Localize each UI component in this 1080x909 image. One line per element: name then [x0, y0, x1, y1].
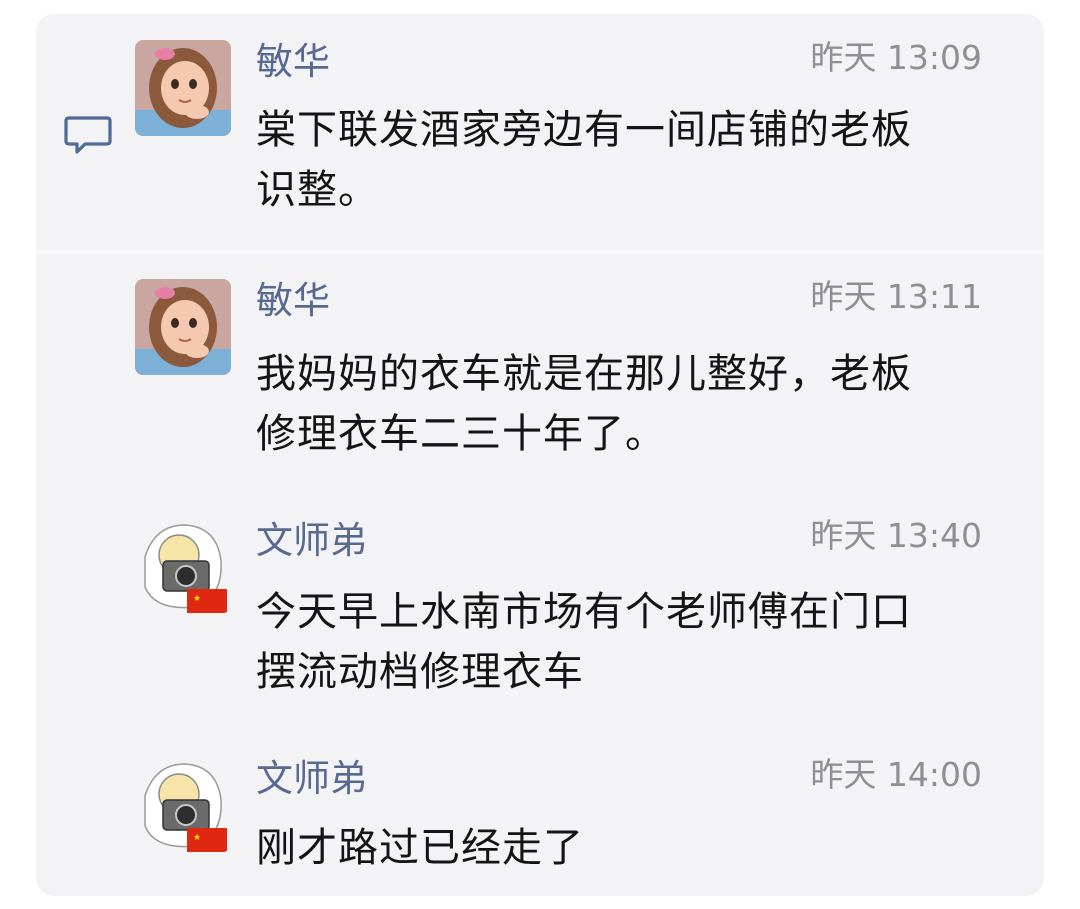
svg-text:★: ★ — [193, 833, 201, 843]
message-line: 棠下联发酒家旁边有一间店铺的老板 — [256, 107, 912, 153]
message-line: 修理衣车二三十年了。 — [256, 411, 666, 457]
message-line: 我妈妈的衣车就是在那儿整好，老板 — [256, 351, 912, 397]
avatar[interactable] — [135, 40, 231, 136]
message-line: 刚才路过已经走了 — [256, 825, 584, 871]
message-line: 识整。 — [256, 167, 379, 213]
message-time: 昨天 13:09 — [810, 38, 982, 77]
message-time: 昨天 13:11 — [810, 277, 982, 316]
message-text[interactable]: 刚才路过已经走了 — [256, 818, 996, 878]
svg-text:★: ★ — [193, 594, 201, 604]
message-text[interactable]: 今天早上水南市场有个老师傅在门口 摆流动档修理衣车 — [256, 582, 996, 702]
message-time: 昨天 13:40 — [810, 516, 982, 555]
avatar[interactable] — [135, 279, 231, 375]
sender-name[interactable]: 文师弟 — [256, 519, 367, 563]
cartoon-camera-flag-avatar-icon: ★ — [135, 756, 231, 852]
cartoon-girl-avatar-icon — [135, 40, 231, 136]
message-time: 昨天 14:00 — [810, 755, 982, 794]
message-text[interactable]: 我妈妈的衣车就是在那儿整好，老板 修理衣车二三十年了。 — [256, 344, 996, 464]
message-line: 今天早上水南市场有个老师傅在门口 — [256, 589, 912, 635]
avatar[interactable]: ★ — [135, 756, 231, 852]
message-text[interactable]: 棠下联发酒家旁边有一间店铺的老板 识整。 — [256, 100, 996, 220]
sender-name[interactable]: 敏华 — [256, 279, 330, 323]
message-line: 摆流动档修理衣车 — [256, 649, 584, 695]
cartoon-girl-avatar-icon — [135, 279, 231, 375]
comment-bubble-icon[interactable] — [63, 114, 113, 158]
cartoon-camera-flag-avatar-icon: ★ — [135, 517, 231, 613]
sender-name[interactable]: 敏华 — [256, 40, 330, 84]
message-divider — [36, 250, 1044, 254]
sender-name[interactable]: 文师弟 — [256, 757, 367, 801]
avatar[interactable]: ★ — [135, 517, 231, 613]
